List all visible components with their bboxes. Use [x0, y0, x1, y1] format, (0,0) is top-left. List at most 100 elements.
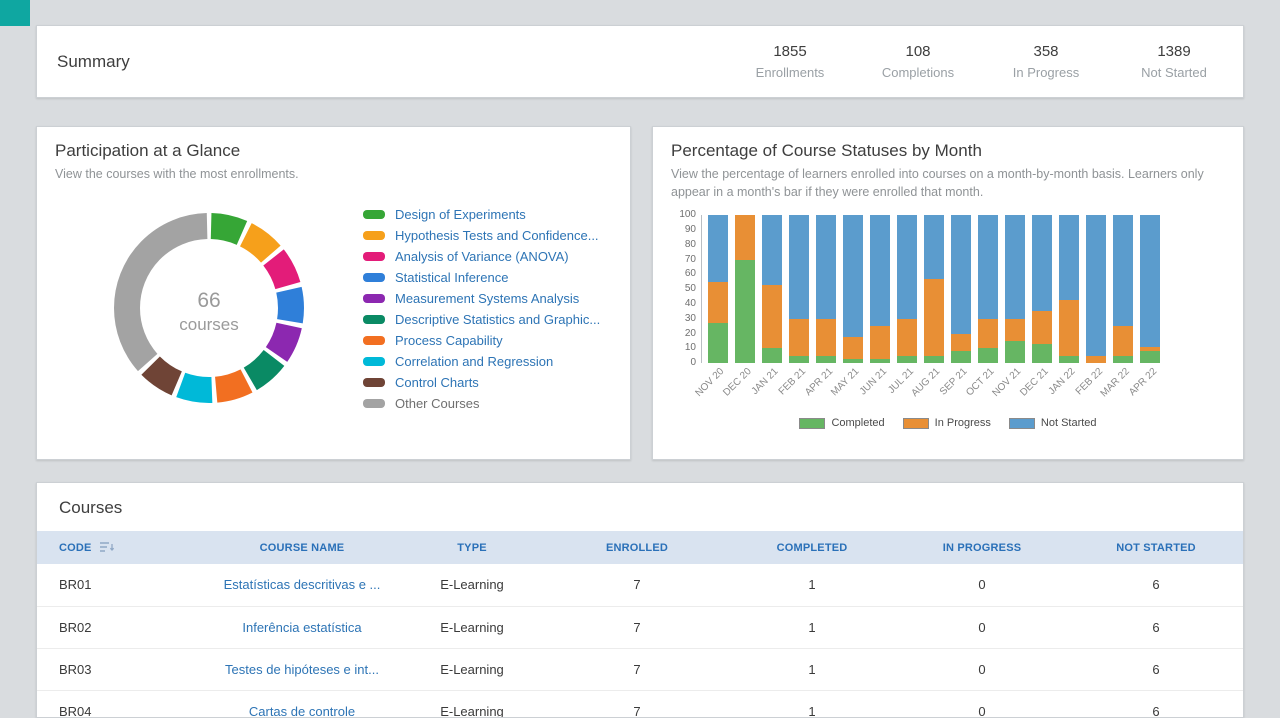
stacked-bar[interactable] — [1113, 215, 1133, 363]
participation-title: Participation at a Glance — [55, 141, 612, 161]
stacked-bar[interactable] — [843, 215, 863, 363]
legend-label: Other Courses — [395, 396, 480, 411]
legend-label: Not Started — [1041, 417, 1097, 429]
course-name-cell: Inferência estatística — [207, 606, 397, 648]
legend-item[interactable]: Process Capability — [363, 333, 600, 348]
stacked-bar[interactable] — [1086, 215, 1106, 363]
bar-chart-legend: Completed In Progress Not Started — [671, 417, 1225, 429]
bar-segment-in-progress — [897, 319, 917, 356]
course-enrolled: 7 — [547, 648, 727, 690]
course-name-link[interactable]: Cartas de controle — [249, 704, 355, 718]
stacked-bar[interactable] — [897, 215, 917, 363]
bar-segment-in-progress — [1086, 356, 1106, 363]
bar-segment-completed — [978, 348, 998, 363]
legend-item[interactable]: Design of Experiments — [363, 207, 600, 222]
bars-container — [701, 215, 1160, 363]
course-code: BR04 — [37, 690, 207, 718]
stacked-bar[interactable] — [735, 215, 755, 363]
column-header-completed[interactable]: COMPLETED — [727, 531, 897, 564]
course-code: BR03 — [37, 648, 207, 690]
summary-stat: 1389 Not Started — [1131, 43, 1217, 80]
course-completed: 1 — [727, 690, 897, 718]
stacked-bar[interactable] — [1032, 215, 1052, 363]
bar-segment-completed — [897, 356, 917, 363]
bar-segment-completed — [1032, 344, 1052, 363]
legend-item[interactable]: Analysis of Variance (ANOVA) — [363, 249, 600, 264]
participation-subtitle: View the courses with the most enrollmen… — [55, 165, 612, 183]
stat-label: Not Started — [1131, 65, 1217, 80]
course-name-link[interactable]: Estatísticas descritivas e ... — [224, 577, 381, 592]
legend-label: Hypothesis Tests and Confidence... — [395, 228, 599, 243]
legend-item[interactable]: Hypothesis Tests and Confidence... — [363, 228, 600, 243]
course-completed: 1 — [727, 648, 897, 690]
donut-legend: Design of Experiments Hypothesis Tests a… — [363, 183, 600, 433]
donut-center-value: 66 — [179, 289, 239, 313]
column-header-course-name[interactable]: COURSE NAME — [207, 531, 397, 564]
stat-value: 358 — [1003, 43, 1089, 60]
y-tick-label: 30 — [685, 314, 696, 324]
bar-segment-completed — [708, 323, 728, 363]
stacked-bar[interactable] — [1005, 215, 1025, 363]
stat-label: In Progress — [1003, 65, 1089, 80]
legend-item-completed: Completed — [799, 417, 884, 429]
legend-item[interactable]: Other Courses — [363, 396, 600, 411]
statuses-subtitle: View the percentage of learners enrolled… — [671, 165, 1225, 201]
stacked-bar[interactable] — [816, 215, 836, 363]
stacked-bar[interactable] — [951, 215, 971, 363]
stacked-bar[interactable] — [924, 215, 944, 363]
legend-label: Statistical Inference — [395, 270, 508, 285]
statuses-bar-chart: 0102030405060708090100 NOV 20DEC 20JAN 2… — [671, 215, 1225, 413]
course-in-progress: 0 — [897, 648, 1067, 690]
summary-title: Summary — [57, 52, 130, 72]
stacked-bar[interactable] — [978, 215, 998, 363]
course-not-started: 6 — [1067, 606, 1244, 648]
column-header-type[interactable]: TYPE — [397, 531, 547, 564]
legend-swatch — [1009, 418, 1035, 429]
legend-item[interactable]: Control Charts — [363, 375, 600, 390]
bar-segment-not-started — [870, 215, 890, 326]
stacked-bar[interactable] — [870, 215, 890, 363]
column-header-code[interactable]: CODE — [37, 531, 207, 564]
column-header-in-progress[interactable]: IN PROGRESS — [897, 531, 1067, 564]
legend-label: Analysis of Variance (ANOVA) — [395, 249, 569, 264]
y-tick-label: 10 — [685, 343, 696, 353]
stacked-bar[interactable] — [789, 215, 809, 363]
legend-item[interactable]: Statistical Inference — [363, 270, 600, 285]
table-row: BR03Testes de hipóteses e int...E-Learni… — [37, 648, 1244, 690]
legend-item[interactable]: Measurement Systems Analysis — [363, 291, 600, 306]
legend-label: In Progress — [935, 417, 991, 429]
table-header-row: CODECOURSE NAMETYPEENROLLEDCOMPLETEDIN P… — [37, 531, 1244, 564]
stacked-bar[interactable] — [708, 215, 728, 363]
course-name-link[interactable]: Inferência estatística — [242, 620, 361, 635]
column-header-enrolled[interactable]: ENROLLED — [547, 531, 727, 564]
participation-body: 66 courses Design of Experiments Hypothe… — [55, 183, 612, 433]
sort-icon[interactable] — [100, 541, 114, 553]
y-tick-label: 70 — [685, 255, 696, 265]
summary-stat: 108 Completions — [875, 43, 961, 80]
statuses-title: Percentage of Course Statuses by Month — [671, 141, 1225, 161]
legend-swatch — [363, 273, 385, 282]
course-name-link[interactable]: Testes de hipóteses e int... — [225, 662, 379, 677]
legend-item-in-progress: In Progress — [903, 417, 991, 429]
legend-label: Measurement Systems Analysis — [395, 291, 579, 306]
stacked-bar[interactable] — [1140, 215, 1160, 363]
courses-card: Courses CODECOURSE NAMETYPEENROLLEDCOMPL… — [36, 482, 1244, 718]
legend-swatch — [363, 399, 385, 408]
stacked-bar[interactable] — [1059, 215, 1079, 363]
bar-segment-in-progress — [1059, 300, 1079, 356]
y-tick-label: 90 — [685, 225, 696, 235]
column-header-not-started[interactable]: NOT STARTED — [1067, 531, 1244, 564]
legend-swatch — [799, 418, 825, 429]
courses-table: CODECOURSE NAMETYPEENROLLEDCOMPLETEDIN P… — [37, 531, 1244, 718]
course-enrolled: 7 — [547, 564, 727, 606]
legend-swatch — [363, 252, 385, 261]
bar-segment-not-started — [978, 215, 998, 319]
legend-label: Descriptive Statistics and Graphic... — [395, 312, 600, 327]
legend-item[interactable]: Correlation and Regression — [363, 354, 600, 369]
course-enrolled: 7 — [547, 690, 727, 718]
legend-item[interactable]: Descriptive Statistics and Graphic... — [363, 312, 600, 327]
course-completed: 1 — [727, 606, 897, 648]
stacked-bar[interactable] — [762, 215, 782, 363]
bar-segment-in-progress — [816, 319, 836, 356]
app-logo-chip[interactable] — [0, 0, 30, 26]
